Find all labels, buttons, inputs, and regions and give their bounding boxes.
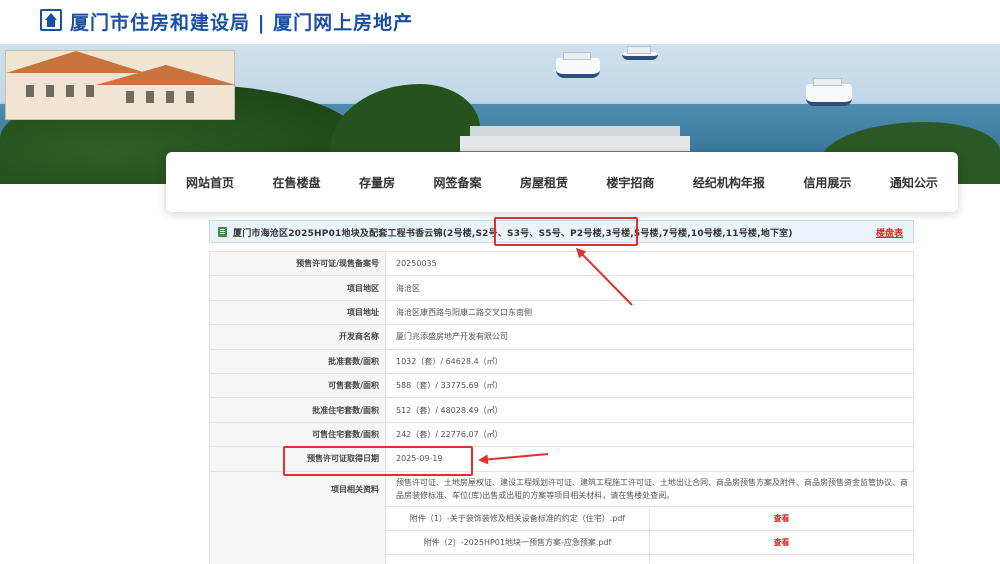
table-row: 批准住宅套数/面积 512（套）/ 48028.49（㎡） (209, 397, 914, 423)
nav-agency-report[interactable]: 经纪机构年报 (693, 174, 765, 191)
table-row: 开发商名称 厦门兆添盛房地产开发有限公司 (209, 324, 914, 350)
materials-description: 预售许可证、土地房屋权证、建设工程规划许可证、建筑工程施工许可证、土地出让合同、… (385, 470, 914, 507)
row-value: 海沧区 (385, 275, 914, 301)
view-attachment-link[interactable]: 查看 (649, 529, 914, 556)
row-value: 242（套）/ 22776.07（㎡） (385, 421, 914, 448)
attachment-name: 附件（2）-2025HP01地块一预售方案-应急预案.pdf (385, 529, 650, 556)
row-value: 1032（套）/ 64628.4（㎡） (385, 348, 914, 374)
table-row: 项目相关资料 预售许可证、土地房屋权证、建设工程规划许可证、建筑工程施工许可证、… (209, 470, 914, 564)
nav-on-sale[interactable]: 在售楼盘 (272, 174, 320, 191)
nav-credit[interactable]: 信用展示 (803, 174, 851, 191)
row-value: 厦门兆添盛房地产开发有限公司 (385, 324, 914, 350)
attachment-action (649, 554, 914, 564)
project-details-table: 预售许可证/现售备案号 20250035 项目地区 海沧区 项目地址 海沧区康西… (209, 250, 914, 564)
table-row: 可售套数/面积 588（套）/ 33775.69（㎡） (209, 372, 914, 399)
table-row: 项目地区 海沧区 (209, 275, 914, 301)
building-table-link[interactable]: 楼盘表 (876, 226, 903, 239)
row-label: 开发商名称 (209, 324, 386, 350)
nav-notices[interactable]: 通知公示 (890, 174, 938, 191)
attachment-name (385, 554, 650, 564)
document-icon (218, 227, 227, 237)
project-title: 厦门市海沧区2025HP01地块及配套工程书香云锦(2号楼,S2号、S3号、S5… (233, 229, 793, 239)
table-row: 预售许可证取得日期 2025-09-19 (209, 446, 914, 472)
row-label: 批准住宅套数/面积 (209, 397, 386, 423)
row-value: 588（套）/ 33775.69（㎡） (385, 372, 914, 399)
project-title-bar: 厦门市海沧区2025HP01地块及配套工程书香云锦(2号楼,S2号、S3号、S5… (209, 220, 914, 243)
row-value: 海沧区康西路与阳康二路交叉口东南侧 (385, 299, 914, 326)
table-row: 批准套数/面积 1032（套）/ 64628.4（㎡） (209, 348, 914, 374)
banner-building (5, 50, 236, 120)
row-label: 项目地址 (209, 299, 386, 326)
row-label: 批准套数/面积 (209, 348, 386, 374)
row-value: 2025-09-19 (385, 446, 914, 472)
row-label: 可售套数/面积 (209, 372, 386, 399)
row-label: 预售许可证/现售备案号 (209, 250, 386, 277)
nav-home[interactable]: 网站首页 (186, 174, 234, 191)
view-attachment-link[interactable]: 查看 (649, 505, 914, 531)
table-row: 预售许可证/现售备案号 20250035 (209, 250, 914, 277)
table-row: 项目地址 海沧区康西路与阳康二路交叉口东南侧 (209, 299, 914, 326)
ferry-icon (806, 78, 852, 106)
main-nav: 网站首页 在售楼盘 存量房 网签备案 房屋租赁 楼宇招商 经纪机构年报 信用展示… (166, 152, 958, 212)
row-label: 可售住宅套数/面积 (209, 421, 386, 448)
attachment-name: 附件（1）-关于装饰装修及相关设备标准的约定（住宅）.pdf (385, 505, 650, 531)
nav-building-leasing[interactable]: 楼宇招商 (606, 174, 654, 191)
nav-rental[interactable]: 房屋租赁 (520, 174, 568, 191)
site-title[interactable]: 厦门市住房和建设局 | 厦门网上房地产 (70, 8, 413, 35)
site-header: 厦门市住房和建设局 | 厦门网上房地产 (0, 0, 1000, 44)
nav-contract-filing[interactable]: 网签备案 (433, 174, 481, 191)
house-logo-icon[interactable] (40, 9, 62, 31)
table-row: 可售住宅套数/面积 242（套）/ 22776.07（㎡） (209, 421, 914, 448)
nav-existing-housing[interactable]: 存量房 (359, 174, 395, 191)
row-label: 项目地区 (209, 275, 386, 301)
ferry-icon (556, 52, 600, 78)
row-value: 512（套）/ 48028.49（㎡） (385, 397, 914, 423)
materials-label: 项目相关资料 (209, 470, 386, 564)
ferry-icon (622, 46, 658, 60)
row-label: 预售许可证取得日期 (209, 446, 386, 472)
row-value: 20250035 (385, 250, 914, 277)
